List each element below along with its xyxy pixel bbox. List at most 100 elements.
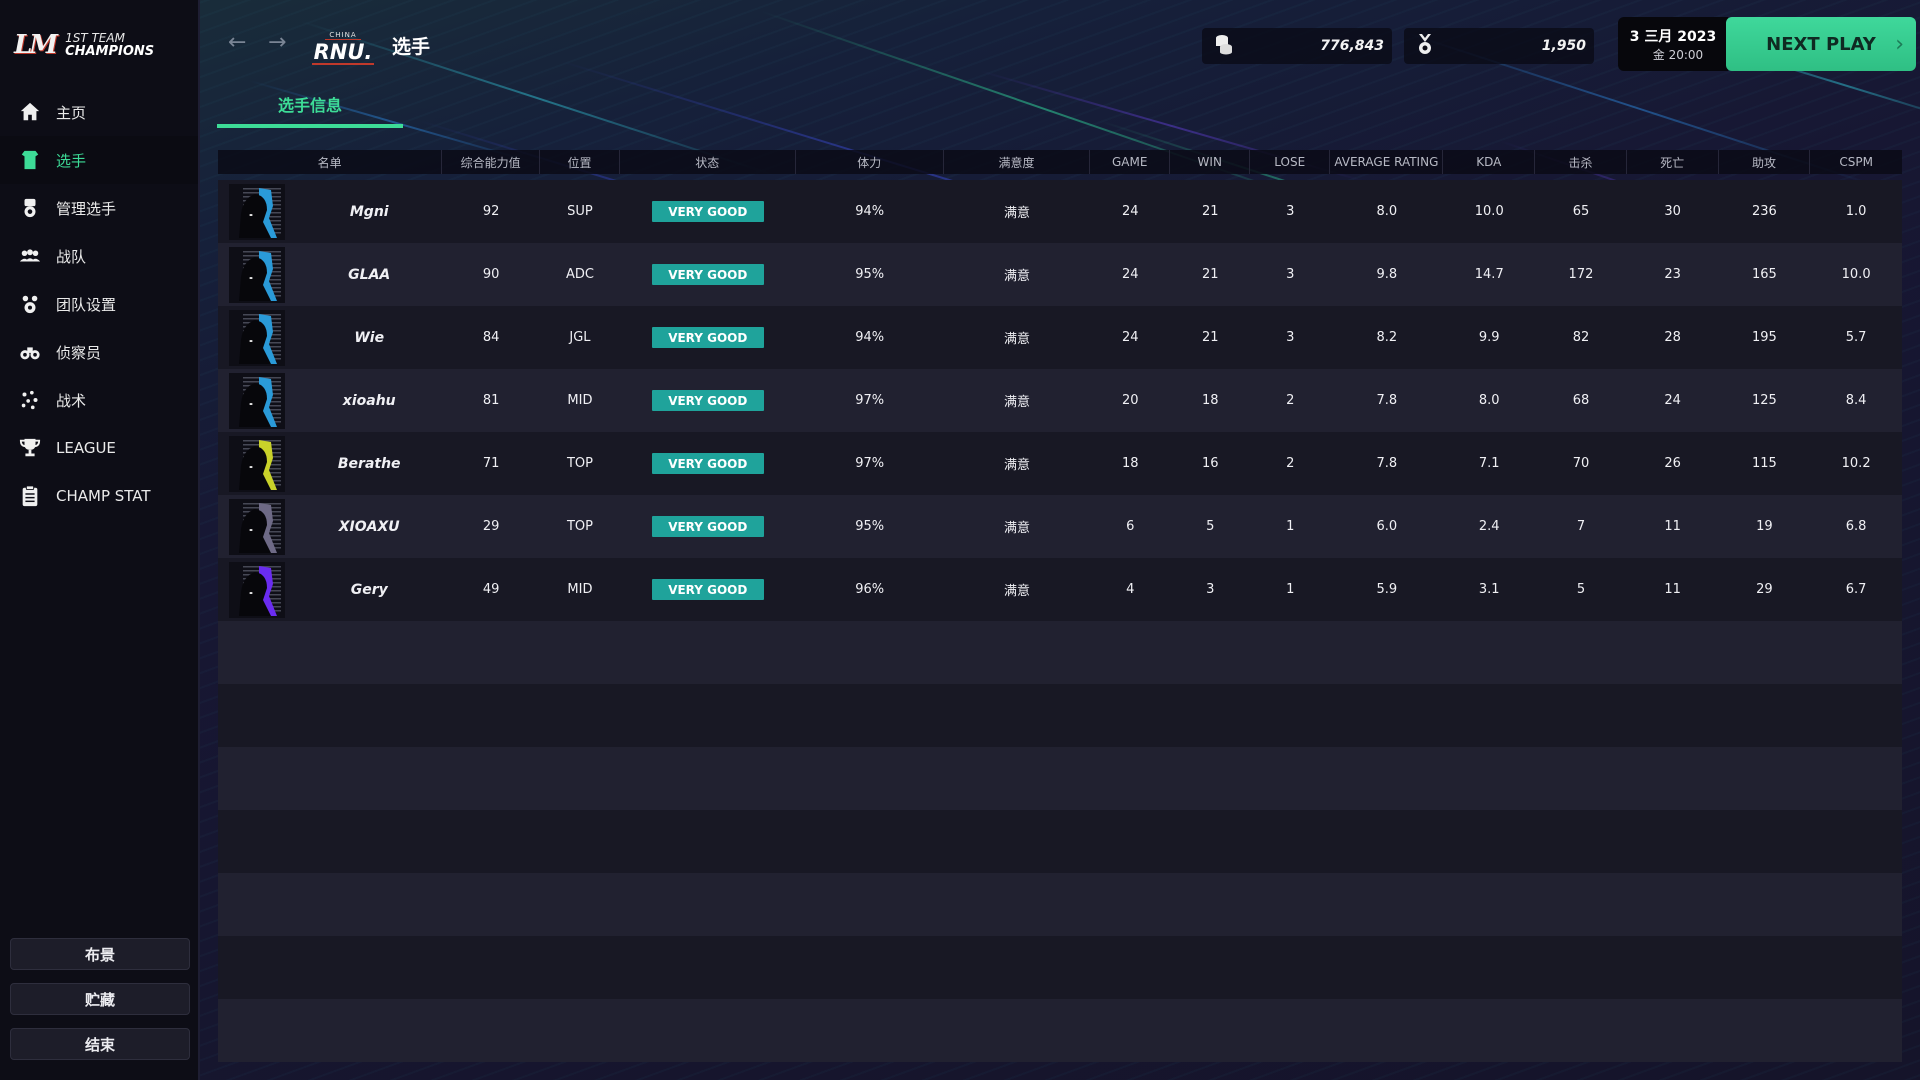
page-title: 选手 [392, 36, 431, 58]
sidebar-item-team-settings[interactable]: 团队设置 [0, 280, 198, 328]
jersey-icon [18, 148, 42, 172]
kills: 82 [1572, 330, 1590, 345]
avatar-cell [218, 432, 296, 495]
player-avatar [229, 498, 286, 555]
player-row[interactable]: XIOAXU 29 TOP VERY GOOD 95% 满意 6 5 1 6.0… [218, 495, 1902, 558]
sidebar-item-home[interactable]: 主页 [0, 88, 198, 136]
player-row[interactable]: Berathe 71 TOP VERY GOOD 97% 满意 18 16 2 … [218, 432, 1902, 495]
money-display: 776,843 [1202, 28, 1392, 64]
column-header-average-rating[interactable]: AVERAGE RATING [1330, 150, 1444, 174]
cspm: 10.2 [1841, 456, 1871, 471]
assists: 165 [1751, 267, 1777, 282]
next-play-label: NEXT PLAY [1766, 33, 1876, 55]
kda: 9.9 [1478, 330, 1500, 345]
deaths: 24 [1664, 393, 1681, 408]
cspm: 1.0 [1845, 204, 1867, 219]
position: JGL [569, 330, 591, 345]
column-header-satisfaction[interactable]: 满意度 [944, 150, 1091, 174]
scenery-button[interactable]: 布景 [10, 938, 190, 970]
deaths: 23 [1664, 267, 1681, 282]
status-badge: VERY GOOD [651, 453, 764, 474]
forward-arrow-icon[interactable]: → [268, 30, 286, 55]
status-cell: VERY GOOD [620, 495, 796, 558]
sidebar-item-label: 管理选手 [56, 199, 117, 218]
column-header-deaths[interactable]: 死亡 [1627, 150, 1719, 174]
cspm: 5.7 [1845, 330, 1867, 345]
losses: 3 [1286, 267, 1295, 282]
losses: 2 [1286, 456, 1295, 471]
player-silhouette-icon [229, 498, 286, 555]
sidebar-item-players[interactable]: 选手 [0, 136, 198, 184]
chevron-right-icon: › [1895, 31, 1904, 57]
position: MID [567, 393, 593, 408]
storage-button[interactable]: 贮藏 [10, 983, 190, 1015]
team-icon [18, 244, 42, 268]
average-rating: 9.8 [1376, 267, 1398, 282]
player-name: Wie [354, 329, 385, 346]
status-badge: VERY GOOD [651, 390, 764, 411]
sidebar-item-scouts[interactable]: 侦察员 [0, 328, 198, 376]
player-row[interactable]: Gery 49 MID VERY GOOD 96% 满意 4 3 1 5.9 3… [218, 558, 1902, 621]
avatar-cell [218, 180, 296, 243]
kills: 70 [1572, 456, 1590, 471]
kda: 2.4 [1478, 519, 1500, 534]
column-header-assists[interactable]: 助攻 [1719, 150, 1811, 174]
column-header-win[interactable]: WIN [1170, 150, 1251, 174]
sidebar-item-league[interactable]: LEAGUE [0, 424, 198, 472]
tab-player-info[interactable]: 选手信息 [217, 92, 403, 128]
overall-rating: 49 [482, 582, 500, 597]
tactics-icon [18, 388, 42, 412]
medal-icon [1416, 33, 1434, 59]
binoculars-icon [18, 340, 42, 364]
column-header-status[interactable]: 状态 [620, 150, 796, 174]
column-header-game[interactable]: GAME [1090, 150, 1171, 174]
overall-rating: 81 [482, 393, 500, 408]
stamina: 97% [855, 393, 885, 408]
trophy-icon [18, 436, 42, 460]
sidebar-item-tactics[interactable]: 战术 [0, 376, 198, 424]
column-header-stamina[interactable]: 体力 [796, 150, 944, 174]
next-play-button[interactable]: NEXT PLAY › [1726, 17, 1916, 71]
cspm: 6.8 [1845, 519, 1867, 534]
losses: 1 [1286, 519, 1295, 534]
game-date: 3 三月 2023 金 20:00 [1618, 17, 1728, 71]
column-header-overall[interactable]: 综合能力值 [442, 150, 540, 174]
wins: 21 [1201, 204, 1219, 219]
player-row[interactable]: xioahu 81 MID VERY GOOD 97% 满意 20 18 2 7… [218, 369, 1902, 432]
column-header-roster[interactable]: 名单 [218, 150, 443, 174]
status-badge: VERY GOOD [651, 264, 764, 285]
player-silhouette-icon [229, 246, 286, 303]
kda: 7.1 [1478, 456, 1500, 471]
status-cell: VERY GOOD [620, 180, 796, 243]
losses: 3 [1286, 204, 1295, 219]
cspm: 10.0 [1841, 267, 1871, 282]
player-avatar [229, 561, 286, 618]
stamina: 95% [855, 519, 885, 534]
deaths: 11 [1664, 519, 1681, 534]
sidebar-item-label: 侦察员 [56, 343, 102, 362]
team-logo-name: RNU. [312, 40, 374, 65]
sidebar-item-champ-stat[interactable]: CHAMP STAT [0, 472, 198, 520]
player-row[interactable]: Mgni 92 SUP VERY GOOD 94% 满意 24 21 3 8.0… [218, 180, 1902, 243]
end-button[interactable]: 结束 [10, 1028, 190, 1060]
sidebar-item-team[interactable]: 战队 [0, 232, 198, 280]
sidebar-item-manage-players[interactable]: 管理选手 [0, 184, 198, 232]
player-row[interactable]: Wie 84 JGL VERY GOOD 94% 满意 24 21 3 8.2 … [218, 306, 1902, 369]
kills: 172 [1568, 267, 1594, 282]
kda: 10.0 [1474, 204, 1504, 219]
player-name: Gery [350, 581, 388, 598]
manage-player-icon [18, 196, 42, 220]
games: 18 [1121, 456, 1139, 471]
column-header-position[interactable]: 位置 [540, 150, 620, 174]
column-header-kills[interactable]: 击杀 [1535, 150, 1627, 174]
column-header-lose[interactable]: LOSE [1250, 150, 1331, 174]
app-logo: LM 1ST TEAM CHAMPIONS [14, 30, 154, 60]
player-avatar [229, 246, 286, 303]
column-header-cspm[interactable]: CSPM [1810, 150, 1902, 174]
empty-row [218, 999, 1902, 1062]
player-avatar [229, 309, 286, 366]
table-header: 名单 综合能力值 位置 状态 体力 满意度 GAME WIN LOSE AVER… [218, 150, 1902, 174]
column-header-kda[interactable]: KDA [1443, 150, 1536, 174]
player-row[interactable]: GLAA 90 ADC VERY GOOD 95% 满意 24 21 3 9.8… [218, 243, 1902, 306]
back-arrow-icon[interactable]: ← [228, 30, 246, 55]
